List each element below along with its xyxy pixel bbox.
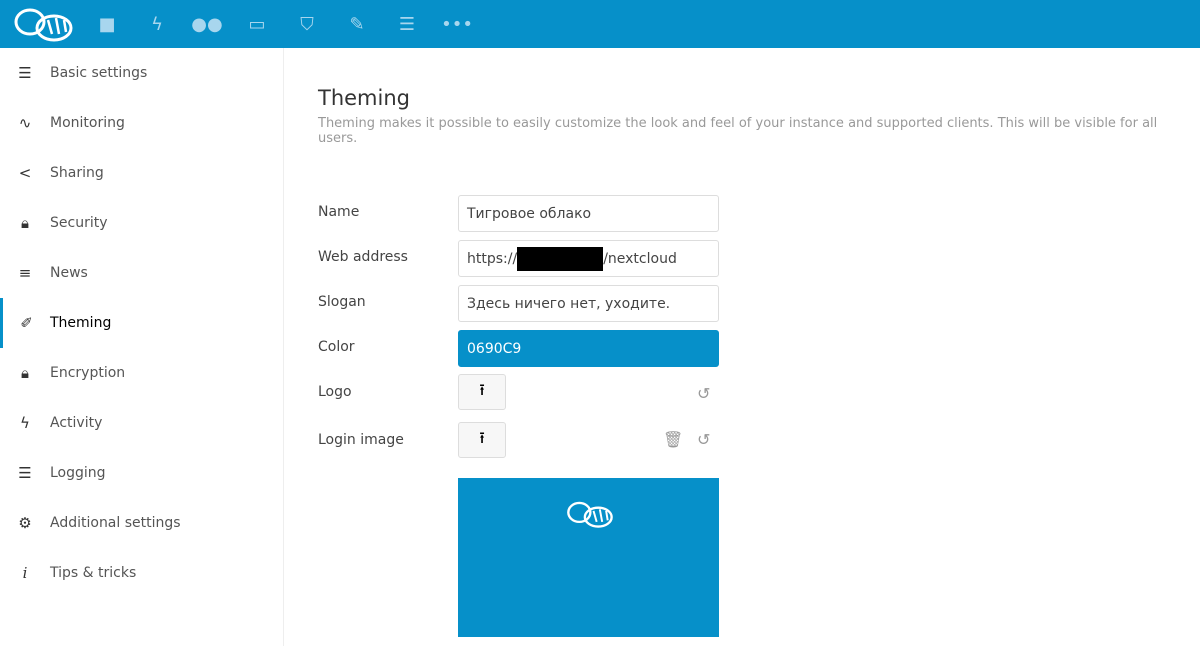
sidebar-item-label: Logging: [50, 465, 106, 481]
theme-preview: [458, 478, 719, 637]
url-input[interactable]: https:// /nextcloud: [458, 240, 719, 277]
sidebar-item-label: Encryption: [50, 365, 126, 381]
sidebar-item-label: Tips & tricks: [50, 565, 137, 581]
login-image-upload-button[interactable]: ⭱: [458, 422, 506, 458]
url-label: Web address: [318, 249, 408, 265]
files-icon[interactable]: ■: [95, 12, 119, 36]
sidebar-item-label: Monitoring: [50, 115, 125, 131]
page-description: Theming makes it possible to easily cust…: [318, 116, 1158, 146]
sidebar-item-label: Sharing: [50, 165, 104, 181]
name-label: Name: [318, 204, 360, 220]
color-picker-input[interactable]: 0690C9: [458, 330, 719, 367]
logo-upload-button[interactable]: ⭱: [458, 374, 506, 410]
lock-icon: 🔒︎: [21, 364, 29, 382]
sidebar-item-label: Basic settings: [50, 65, 148, 81]
slogan-label: Slogan: [318, 294, 366, 310]
notes-icon[interactable]: ✎: [345, 12, 369, 36]
header: ■ ϟ ●● ▭ ⛉ ✎ ☰ •••: [0, 0, 1200, 48]
logo-label: Logo: [318, 384, 352, 400]
theming-section: Theming Theming makes it possible to eas…: [318, 48, 1200, 637]
sidebar-item-label: Security: [50, 215, 108, 231]
activity-icon[interactable]: ϟ: [145, 12, 169, 36]
contacts-icon[interactable]: ●●: [191, 12, 222, 36]
logo-tiger-icon[interactable]: [8, 4, 74, 44]
sidebar-item-sharing[interactable]: < Sharing: [0, 148, 283, 198]
page-title: Theming: [318, 86, 410, 110]
sidebar-item-label: News: [50, 265, 88, 281]
list-icon: ☰: [18, 64, 32, 82]
share-icon: <: [18, 164, 32, 182]
brush-icon: ✐: [20, 314, 33, 332]
upload-icon: ⭱: [479, 427, 485, 447]
sidebar-item-logging[interactable]: ☰ Logging: [0, 448, 283, 498]
sidebar-item-news[interactable]: ≡ News: [0, 248, 283, 298]
sidebar-item-tips-tricks[interactable]: i Tips & tricks: [0, 548, 283, 598]
sidebar-item-encryption[interactable]: 🔒︎ Encryption: [0, 348, 283, 398]
news-icon: ≡: [18, 264, 32, 282]
list-icon: ☰: [18, 464, 32, 482]
sidebar-item-monitoring[interactable]: ∿ Monitoring: [0, 98, 283, 148]
name-input[interactable]: Тигровое облако: [458, 195, 719, 232]
sidebar-item-label: Additional settings: [50, 515, 181, 531]
deck-icon[interactable]: ☰: [395, 12, 419, 36]
login-image-delete-icon[interactable]: 🗑︎: [663, 430, 683, 449]
redacted-block: [517, 246, 604, 271]
sidebar-item-label: Activity: [50, 415, 103, 431]
url-suffix: /nextcloud: [603, 250, 677, 267]
slogan-input[interactable]: Здесь ничего нет, уходите.: [458, 285, 719, 322]
passwords-icon[interactable]: ⛉: [295, 12, 319, 36]
sidebar-item-activity[interactable]: ϟ Activity: [0, 398, 283, 448]
info-icon: i: [22, 564, 28, 582]
url-prefix: https://: [467, 250, 518, 267]
sidebar-item-security[interactable]: 🔒︎ Security: [0, 198, 283, 248]
color-label: Color: [318, 339, 355, 355]
sidebar-item-additional-settings[interactable]: ⚙ Additional settings: [0, 498, 283, 548]
preview-logo-icon: [567, 501, 613, 528]
login-image-label: Login image: [318, 432, 404, 448]
sidebar-item-basic-settings[interactable]: ☰ Basic settings: [0, 48, 283, 98]
logo-reset-icon[interactable]: ↺: [697, 384, 710, 403]
calendar-icon[interactable]: ▭: [245, 12, 269, 36]
sidebar-item-label: Theming: [50, 315, 112, 331]
sidebar: ☰ Basic settings ∿ Monitoring < Sharing 🔒︎ S…: [0, 48, 284, 646]
upload-icon: ⭱: [479, 379, 485, 399]
sidebar-item-theming[interactable]: ✐ Theming: [0, 298, 283, 348]
pulse-icon: ∿: [18, 114, 32, 132]
login-image-reset-icon[interactable]: ↺: [697, 430, 710, 449]
bolt-icon: ϟ: [20, 414, 30, 432]
more-icon[interactable]: •••: [441, 12, 473, 36]
lock-icon: 🔒︎: [21, 214, 29, 232]
gear-icon: ⚙: [18, 514, 32, 532]
